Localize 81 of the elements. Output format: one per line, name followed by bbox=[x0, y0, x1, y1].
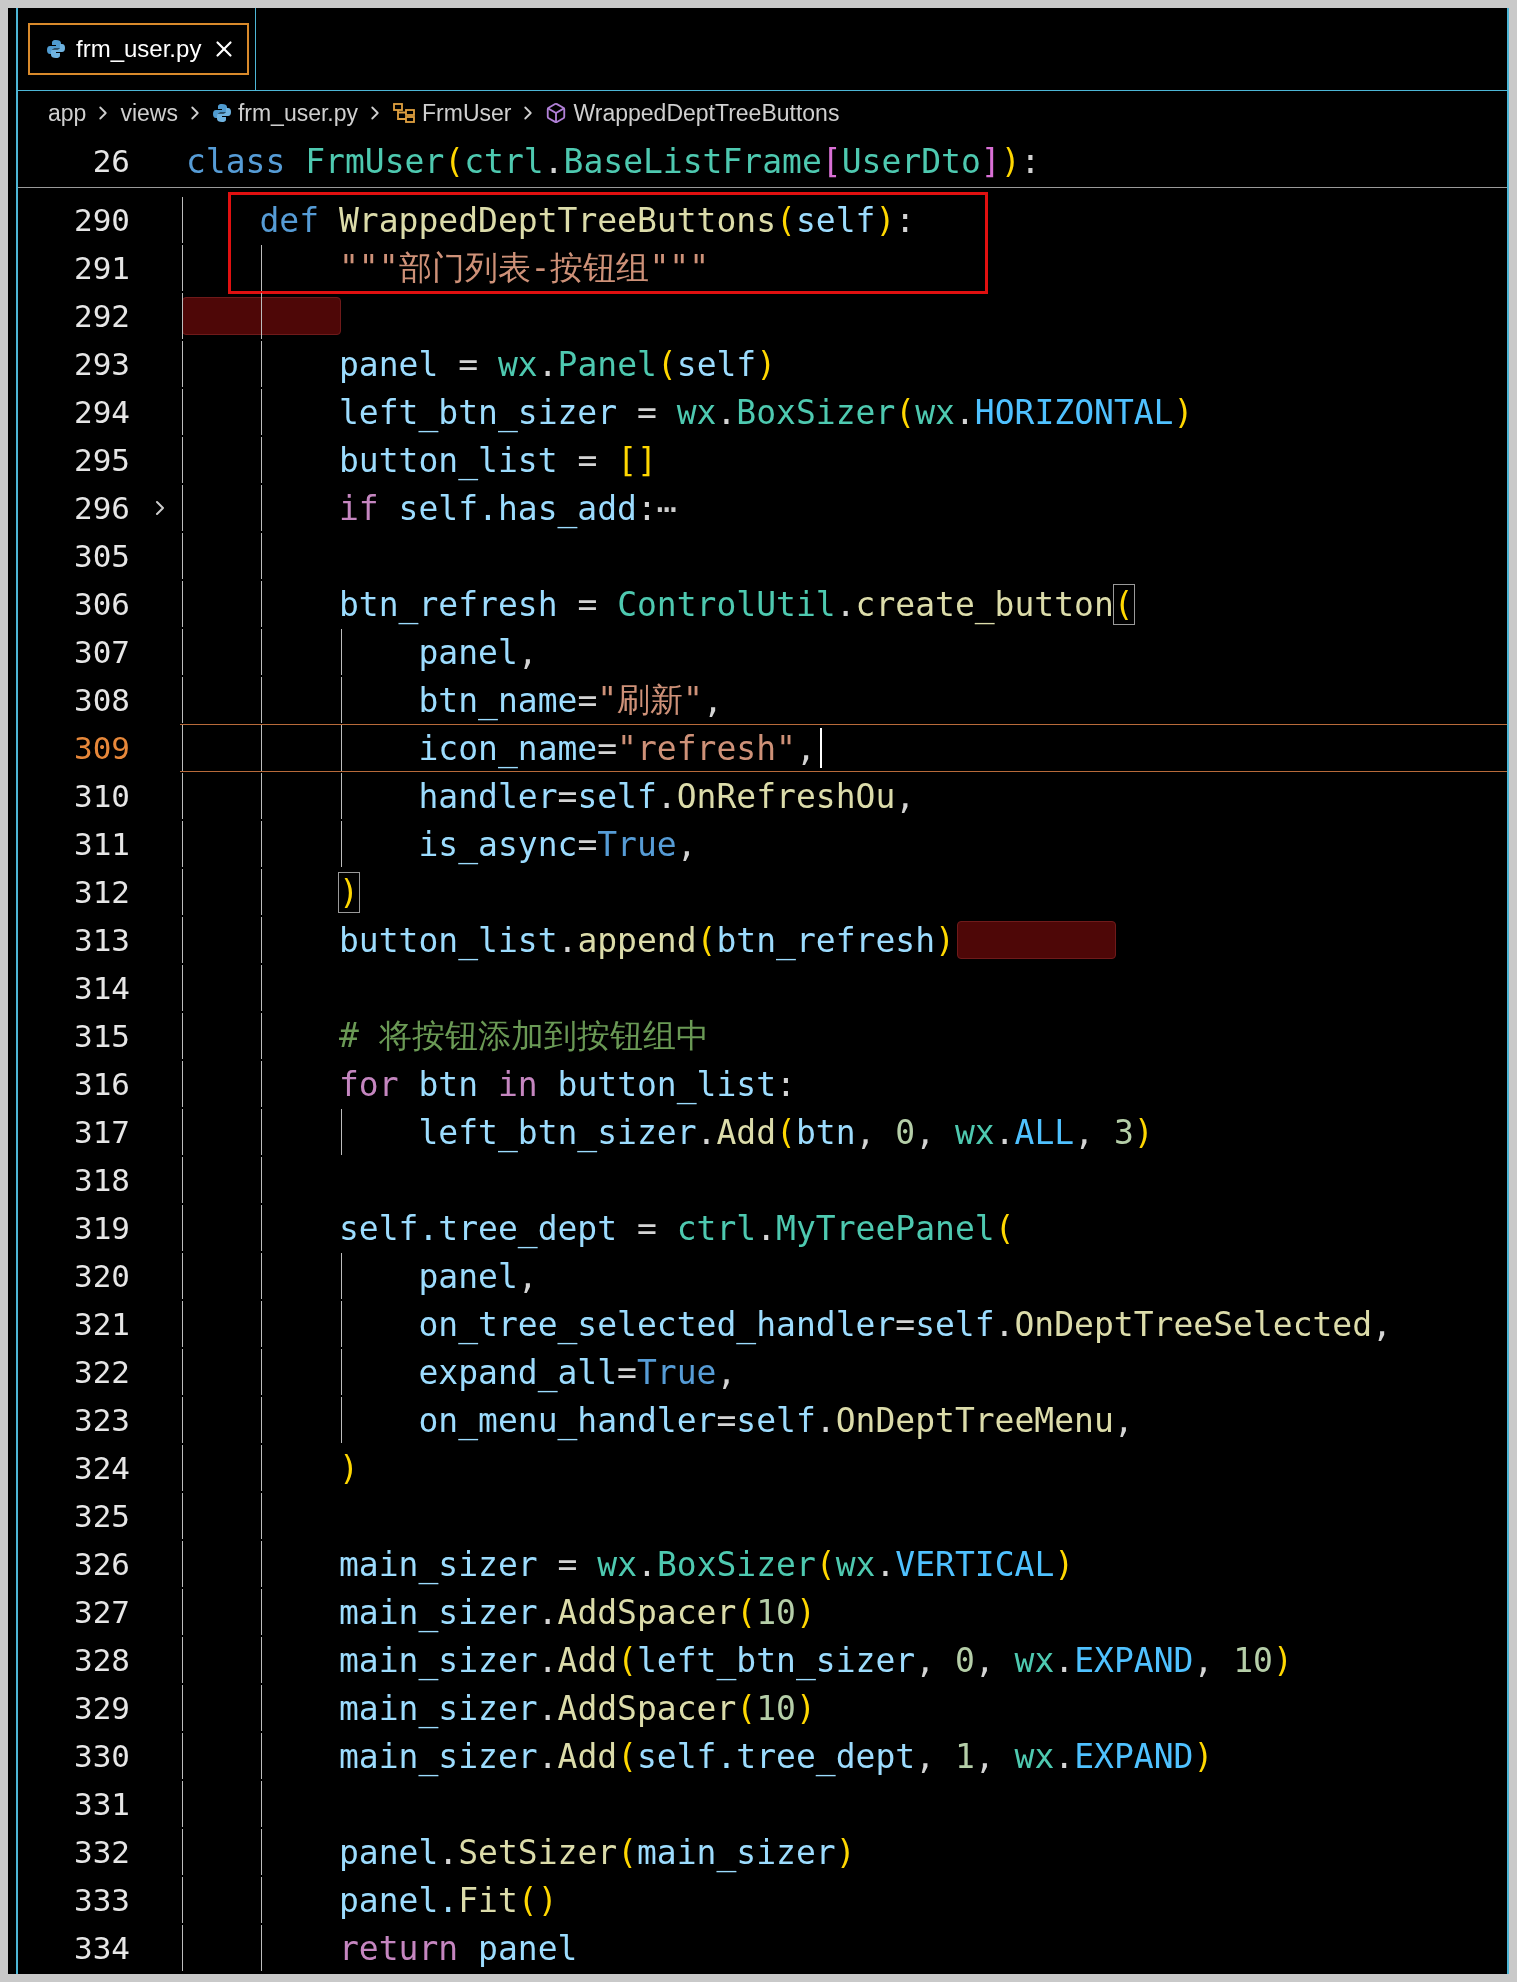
code-line: panel.SetSizer(main_sizer) bbox=[337, 1832, 856, 1872]
breadcrumb-item[interactable]: frm_user.py bbox=[237, 99, 359, 127]
file-tab[interactable]: frm_user.py bbox=[28, 23, 250, 75]
line-number: 327 bbox=[74, 1594, 130, 1630]
code-line: for btn in button_list: bbox=[337, 1064, 796, 1104]
line-number: 305 bbox=[74, 538, 130, 574]
code-line: """部门列表-按钮组""" bbox=[337, 246, 710, 289]
code-line: left_btn_sizer.Add(btn, 0, wx.ALL, 3) bbox=[417, 1112, 1154, 1152]
line-number: 329 bbox=[74, 1690, 130, 1726]
code-line: button_list = [] bbox=[337, 440, 657, 480]
line-number: 314 bbox=[74, 970, 130, 1006]
cube-icon bbox=[545, 102, 568, 124]
line-number: 307 bbox=[74, 634, 130, 670]
line-number: 334 bbox=[74, 1930, 130, 1966]
code-line: main_sizer.AddSpacer(10) bbox=[337, 1688, 816, 1728]
line-number: 320 bbox=[74, 1258, 130, 1294]
code-line: panel, bbox=[417, 632, 538, 672]
text-cursor bbox=[819, 728, 822, 768]
code-line: btn_name="刷新", bbox=[417, 678, 723, 723]
line-number: 292 bbox=[74, 298, 130, 334]
code-line: self.tree_dept = ctrl.MyTreePanel( bbox=[337, 1208, 1015, 1248]
code-line: return panel bbox=[337, 1928, 578, 1968]
line-number: 290 bbox=[74, 202, 130, 238]
breadcrumb-item[interactable]: WrappedDeptTreeButtons bbox=[573, 99, 840, 127]
line-number: 318 bbox=[74, 1162, 130, 1198]
code-line: panel, bbox=[417, 1256, 538, 1296]
code-line: # 将按钮添加到按钮组中 bbox=[337, 1014, 709, 1057]
python-file-icon bbox=[46, 39, 66, 59]
code-line: is_async=True, bbox=[417, 824, 697, 864]
line-number: 315 bbox=[74, 1018, 130, 1054]
line-number: 294 bbox=[74, 394, 130, 430]
code-line: main_sizer.Add(left_btn_sizer, 0, wx.EXPAND, 10) bbox=[337, 1640, 1293, 1680]
code-line: main_sizer = wx.BoxSizer(wx.VERTICAL) bbox=[337, 1544, 1075, 1584]
code-line: if self.has_add:⋯ bbox=[337, 488, 677, 528]
line-number: 26 bbox=[92, 143, 130, 179]
code-line: icon_name="refresh", bbox=[417, 728, 816, 768]
code-line: def WrappedDeptTreeButtons(self): bbox=[258, 200, 916, 240]
breadcrumb-item[interactable]: views bbox=[120, 99, 178, 127]
line-number: 309 bbox=[74, 730, 130, 766]
code-line: expand_all=True, bbox=[417, 1352, 737, 1392]
line-number: 316 bbox=[74, 1066, 130, 1102]
code-line: left_btn_sizer = wx.BoxSizer(wx.HORIZONTAL) bbox=[337, 392, 1194, 432]
line-number: 310 bbox=[74, 778, 130, 814]
line-number: 324 bbox=[74, 1450, 130, 1486]
code-line: ) bbox=[337, 872, 359, 912]
line-number: 330 bbox=[74, 1738, 130, 1774]
line-number: 306 bbox=[74, 586, 130, 622]
line-number: 295 bbox=[74, 442, 130, 478]
code-line: panel = wx.Panel(self) bbox=[337, 344, 777, 384]
code-line: btn_refresh = ControlUtil.create_button( bbox=[337, 584, 1134, 624]
line-number: 291 bbox=[74, 250, 130, 286]
line-number: 319 bbox=[74, 1210, 130, 1246]
line-number: 317 bbox=[74, 1114, 130, 1150]
breadcrumb-item[interactable]: app bbox=[48, 99, 87, 127]
line-number: 293 bbox=[74, 346, 130, 382]
line-number: 331 bbox=[74, 1786, 130, 1822]
line-number: 332 bbox=[74, 1834, 130, 1870]
code-line: handler=self.OnRefreshOu, bbox=[417, 776, 916, 816]
line-number: 323 bbox=[74, 1402, 130, 1438]
line-number: 322 bbox=[74, 1354, 130, 1390]
line-number: 326 bbox=[74, 1546, 130, 1582]
code-line: ) bbox=[337, 1448, 359, 1488]
code-line: class FrmUser(ctrl.BaseListFrame[UserDto]): bbox=[186, 141, 1041, 181]
line-number: 328 bbox=[74, 1642, 130, 1678]
line-number: 333 bbox=[74, 1882, 130, 1918]
line-number: 325 bbox=[74, 1498, 130, 1534]
class-icon bbox=[392, 102, 417, 124]
code-line: main_sizer.Add(self.tree_dept, 1, wx.EXPAND) bbox=[337, 1736, 1214, 1776]
code-line: on_tree_selected_handler=self.OnDeptTreeSelected, bbox=[417, 1304, 1392, 1344]
code-line: on_menu_handler=self.OnDeptTreeMenu, bbox=[417, 1400, 1134, 1440]
line-number: 311 bbox=[74, 826, 130, 862]
line-number: 321 bbox=[74, 1306, 130, 1342]
code-line: main_sizer.AddSpacer(10) bbox=[337, 1592, 816, 1632]
code-line: button_list.append(btn_refresh) bbox=[337, 920, 955, 960]
line-number: 308 bbox=[74, 682, 130, 718]
line-number: 312 bbox=[74, 874, 130, 910]
breadcrumb-item[interactable]: FrmUser bbox=[422, 99, 512, 127]
python-file-icon bbox=[211, 103, 232, 123]
line-number: 313 bbox=[74, 922, 130, 958]
line-number: 296 bbox=[74, 490, 130, 526]
code-line: panel.Fit() bbox=[337, 1880, 558, 1920]
